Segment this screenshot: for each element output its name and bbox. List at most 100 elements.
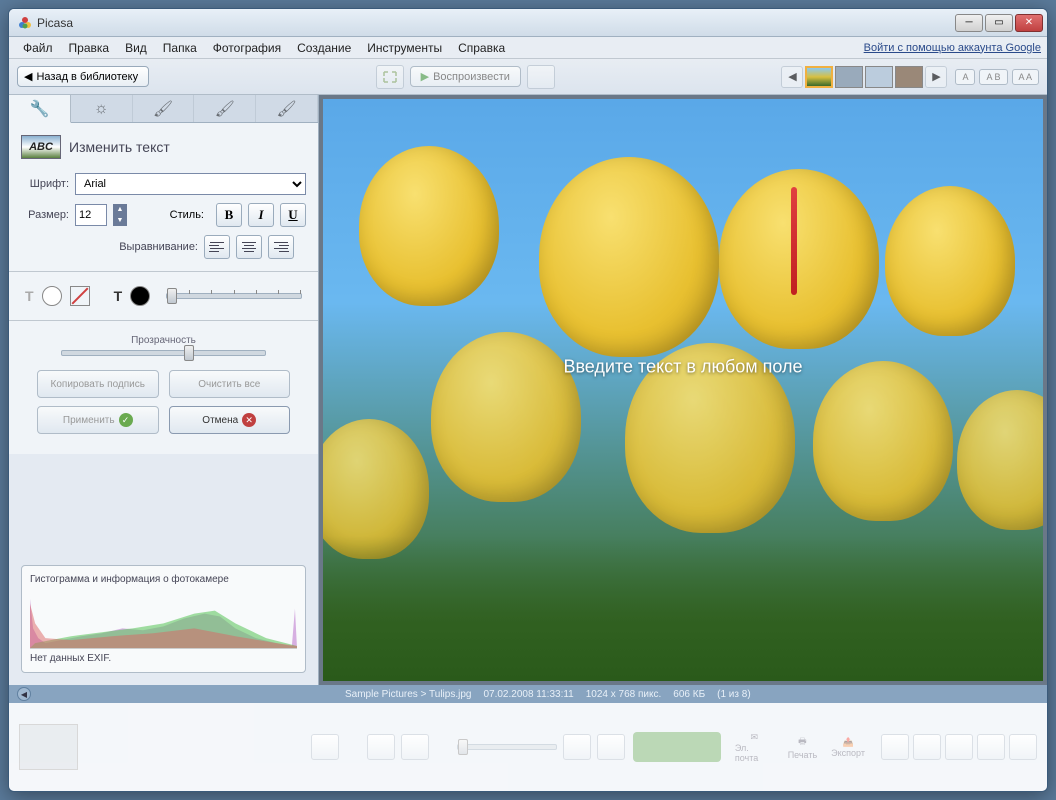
brush-icon: 🖌: [215, 99, 235, 119]
outline-color-t: T: [114, 288, 123, 304]
wrench-icon: 🔧: [29, 99, 49, 119]
tool-button-1[interactable]: [376, 65, 404, 89]
zoom-slider[interactable]: [457, 744, 557, 750]
text-edit-panel: ABC Изменить текст Шрифт: Arial Размер: …: [9, 123, 318, 454]
print-button[interactable]: 🖶Печать: [788, 734, 817, 760]
status-path: Sample Pictures > Tulips.jpg: [345, 689, 471, 700]
play-label: Воспроизвести: [433, 71, 510, 83]
menu-file[interactable]: Файл: [15, 39, 61, 57]
export-button[interactable]: 📤Экспорт: [831, 737, 865, 758]
apply-button[interactable]: Применить✓: [37, 406, 159, 434]
tab-brush3[interactable]: 🖌: [256, 95, 318, 122]
align-left-button[interactable]: [204, 235, 230, 259]
email-button[interactable]: ✉Эл. почта: [735, 732, 774, 763]
email-icon: ✉: [751, 732, 759, 743]
copy-caption-button[interactable]: Копировать подпись: [37, 370, 159, 398]
tray-thumbnail[interactable]: [19, 724, 78, 770]
size-spinner[interactable]: ▲▼: [113, 204, 127, 226]
transparency-label: Прозрачность: [21, 335, 306, 346]
menu-view[interactable]: Вид: [117, 39, 155, 57]
fill-color-t: T: [25, 288, 34, 304]
thumbnail-1[interactable]: [805, 66, 833, 88]
actual-button[interactable]: [597, 734, 625, 760]
fill-color-swatch[interactable]: [42, 286, 62, 306]
rating-a[interactable]: A: [955, 69, 975, 85]
rating-ab[interactable]: A B: [979, 69, 1007, 85]
info-button[interactable]: [1009, 734, 1037, 760]
menu-help[interactable]: Справка: [450, 39, 513, 57]
rating-aa[interactable]: A A: [1012, 69, 1040, 85]
back-label: Назад в библиотеку: [36, 71, 138, 83]
fit-button[interactable]: [563, 734, 591, 760]
align-label: Выравнивание:: [119, 241, 198, 253]
menu-tools[interactable]: Инструменты: [359, 39, 450, 57]
italic-button[interactable]: I: [248, 203, 274, 227]
text-overlay-placeholder[interactable]: Введите текст в любом поле: [563, 356, 802, 377]
rotate-right-button[interactable]: [401, 734, 429, 760]
prev-thumb-button[interactable]: ◀: [781, 66, 803, 88]
people-button[interactable]: [913, 734, 941, 760]
size-input[interactable]: [75, 204, 107, 226]
trash-button[interactable]: [977, 734, 1005, 760]
brush-icon: 🖌: [276, 99, 296, 119]
back-to-library-button[interactable]: ◀ Назад в библиотеку: [17, 66, 149, 87]
collapse-button[interactable]: ◀: [17, 687, 31, 701]
print-icon: 🖶: [798, 734, 807, 750]
close-button[interactable]: ✕: [1015, 14, 1043, 32]
menu-create[interactable]: Создание: [289, 39, 359, 57]
tab-light[interactable]: ☼: [71, 95, 133, 122]
underline-button[interactable]: U: [280, 203, 306, 227]
corners-icon: [382, 70, 398, 84]
menu-folder[interactable]: Папка: [155, 39, 205, 57]
histogram-graph: [30, 589, 297, 649]
tab-brush2[interactable]: 🖌: [194, 95, 256, 122]
next-thumb-button[interactable]: ▶: [925, 66, 947, 88]
app-icon: [17, 15, 33, 31]
font-label: Шрифт:: [21, 178, 69, 190]
light-icon: ☼: [94, 100, 109, 118]
outline-width-slider[interactable]: [166, 293, 302, 299]
tool-button-2[interactable]: [527, 65, 555, 89]
arrow-left-icon: ◀: [24, 70, 32, 83]
brush-icon: 🖌: [153, 99, 173, 119]
clear-all-button[interactable]: Очистить все: [169, 370, 291, 398]
star-button[interactable]: [311, 734, 339, 760]
fill-color-none[interactable]: [70, 286, 90, 306]
image-canvas[interactable]: Введите текст в любом поле: [323, 99, 1043, 681]
slider-thumb[interactable]: [167, 288, 177, 304]
menubar: Файл Правка Вид Папка Фотография Создани…: [9, 37, 1047, 59]
status-size: 606 КБ: [673, 689, 705, 700]
thumbnail-4[interactable]: [895, 66, 923, 88]
menu-edit[interactable]: Правка: [61, 39, 118, 57]
window-title: Picasa: [37, 16, 955, 30]
tab-brush1[interactable]: 🖌: [133, 95, 195, 122]
font-select[interactable]: Arial: [75, 173, 306, 195]
maximize-button[interactable]: ▭: [985, 14, 1013, 32]
align-center-button[interactable]: [236, 235, 262, 259]
bold-button[interactable]: B: [216, 203, 242, 227]
tab-wrench[interactable]: 🔧: [9, 95, 71, 123]
geo-button[interactable]: [945, 734, 973, 760]
google-login-link[interactable]: Войти с помощью аккаунта Google: [864, 42, 1041, 54]
thumbnail-3[interactable]: [865, 66, 893, 88]
style-label: Стиль:: [133, 209, 210, 221]
align-right-button[interactable]: [268, 235, 294, 259]
minimize-button[interactable]: ─: [955, 14, 983, 32]
transparency-slider[interactable]: [61, 350, 266, 356]
play-button[interactable]: ▶ Воспроизвести: [410, 66, 521, 87]
thumbnail-2[interactable]: [835, 66, 863, 88]
rotate-left-button[interactable]: [367, 734, 395, 760]
menu-photo[interactable]: Фотография: [205, 39, 289, 57]
export-icon: 📤: [842, 737, 853, 748]
slider-thumb[interactable]: [184, 345, 194, 361]
status-date: 07.02.2008 11:33:11: [483, 689, 573, 700]
histogram-panel: Гистограмма и информация о фотокамере Не…: [21, 565, 306, 673]
share-button[interactable]: [633, 732, 721, 762]
play-icon: ▶: [421, 70, 429, 83]
tag-button[interactable]: [881, 734, 909, 760]
outline-color-swatch[interactable]: [130, 286, 150, 306]
no-exif-text: Нет данных EXIF.: [30, 653, 297, 664]
size-label: Размер:: [21, 209, 69, 221]
tab-strip: 🔧 ☼ 🖌 🖌 🖌: [9, 95, 318, 123]
cancel-button[interactable]: Отмена✕: [169, 406, 291, 434]
